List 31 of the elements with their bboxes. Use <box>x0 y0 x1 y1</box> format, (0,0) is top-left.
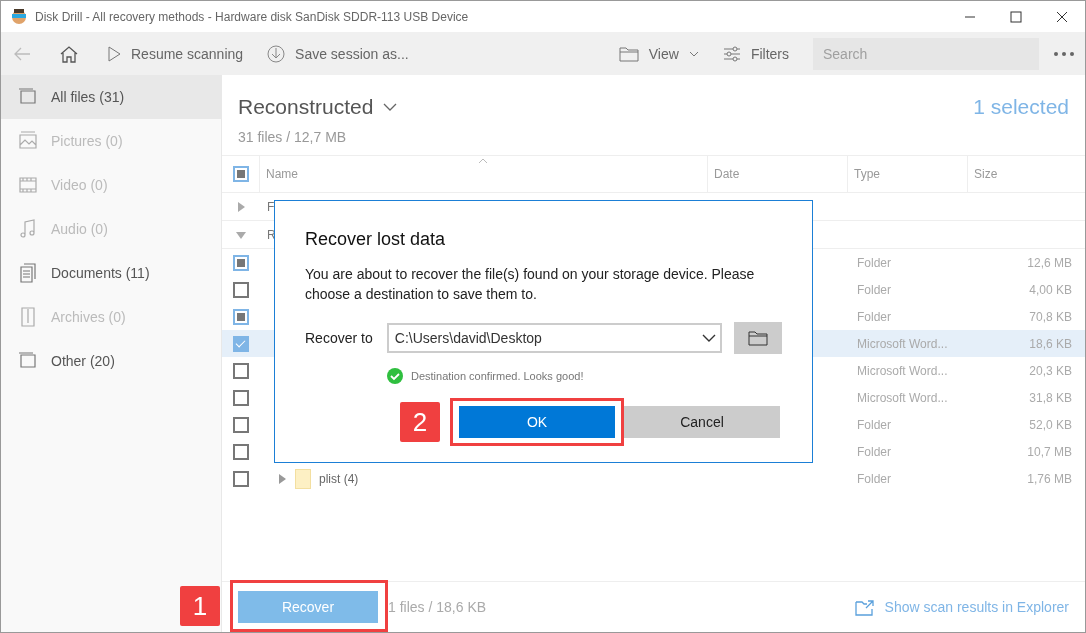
file-size: 4,00 KB <box>1029 282 1072 297</box>
file-type: Folder <box>857 471 891 486</box>
selection-count: 1 selected <box>973 95 1069 119</box>
file-name: plist (4) <box>319 471 359 486</box>
file-size: 20,3 KB <box>1029 363 1072 378</box>
file-size: 1,76 MB <box>1027 471 1072 486</box>
file-size: 52,0 KB <box>1029 417 1072 432</box>
group-label: F <box>266 199 275 214</box>
dialog-message: You are about to recover the file(s) found on your storage device. Please choose a destination to save them to. <box>305 265 756 304</box>
file-type: Folder <box>857 309 891 324</box>
field-label: Recover to <box>305 330 374 346</box>
file-type: Folder <box>857 282 891 297</box>
step-badge: 2 <box>400 402 440 442</box>
file-size: 12,6 MB <box>1027 255 1072 270</box>
view-title: Reconstructed <box>238 95 374 119</box>
file-type: Folder <box>857 417 891 432</box>
window-title: Disk Drill - All recovery methods - Hardware disk SanDisk SDDR-113 USB Device <box>35 9 469 24</box>
status-message: Destination confirmed. Looks good! <box>411 370 584 382</box>
selected-summary: 1 files / 18,6 KB <box>388 599 487 615</box>
file-type: Folder <box>857 255 891 270</box>
file-size: 10,7 MB <box>1027 444 1072 459</box>
dialog-title: Recover lost data <box>305 229 447 250</box>
file-type: Microsoft Word... <box>857 336 948 351</box>
file-size: 18,6 KB <box>1029 336 1072 351</box>
file-size: 31,8 KB <box>1029 390 1072 405</box>
files-summary: 31 files / 12,7 MB <box>237 128 348 147</box>
file-type: Microsoft Word... <box>857 390 948 405</box>
file-type: Microsoft Word... <box>857 363 948 378</box>
file-size: 70,8 KB <box>1029 309 1072 324</box>
file-type: Folder <box>857 444 891 459</box>
step-badge: 1 <box>180 586 220 626</box>
